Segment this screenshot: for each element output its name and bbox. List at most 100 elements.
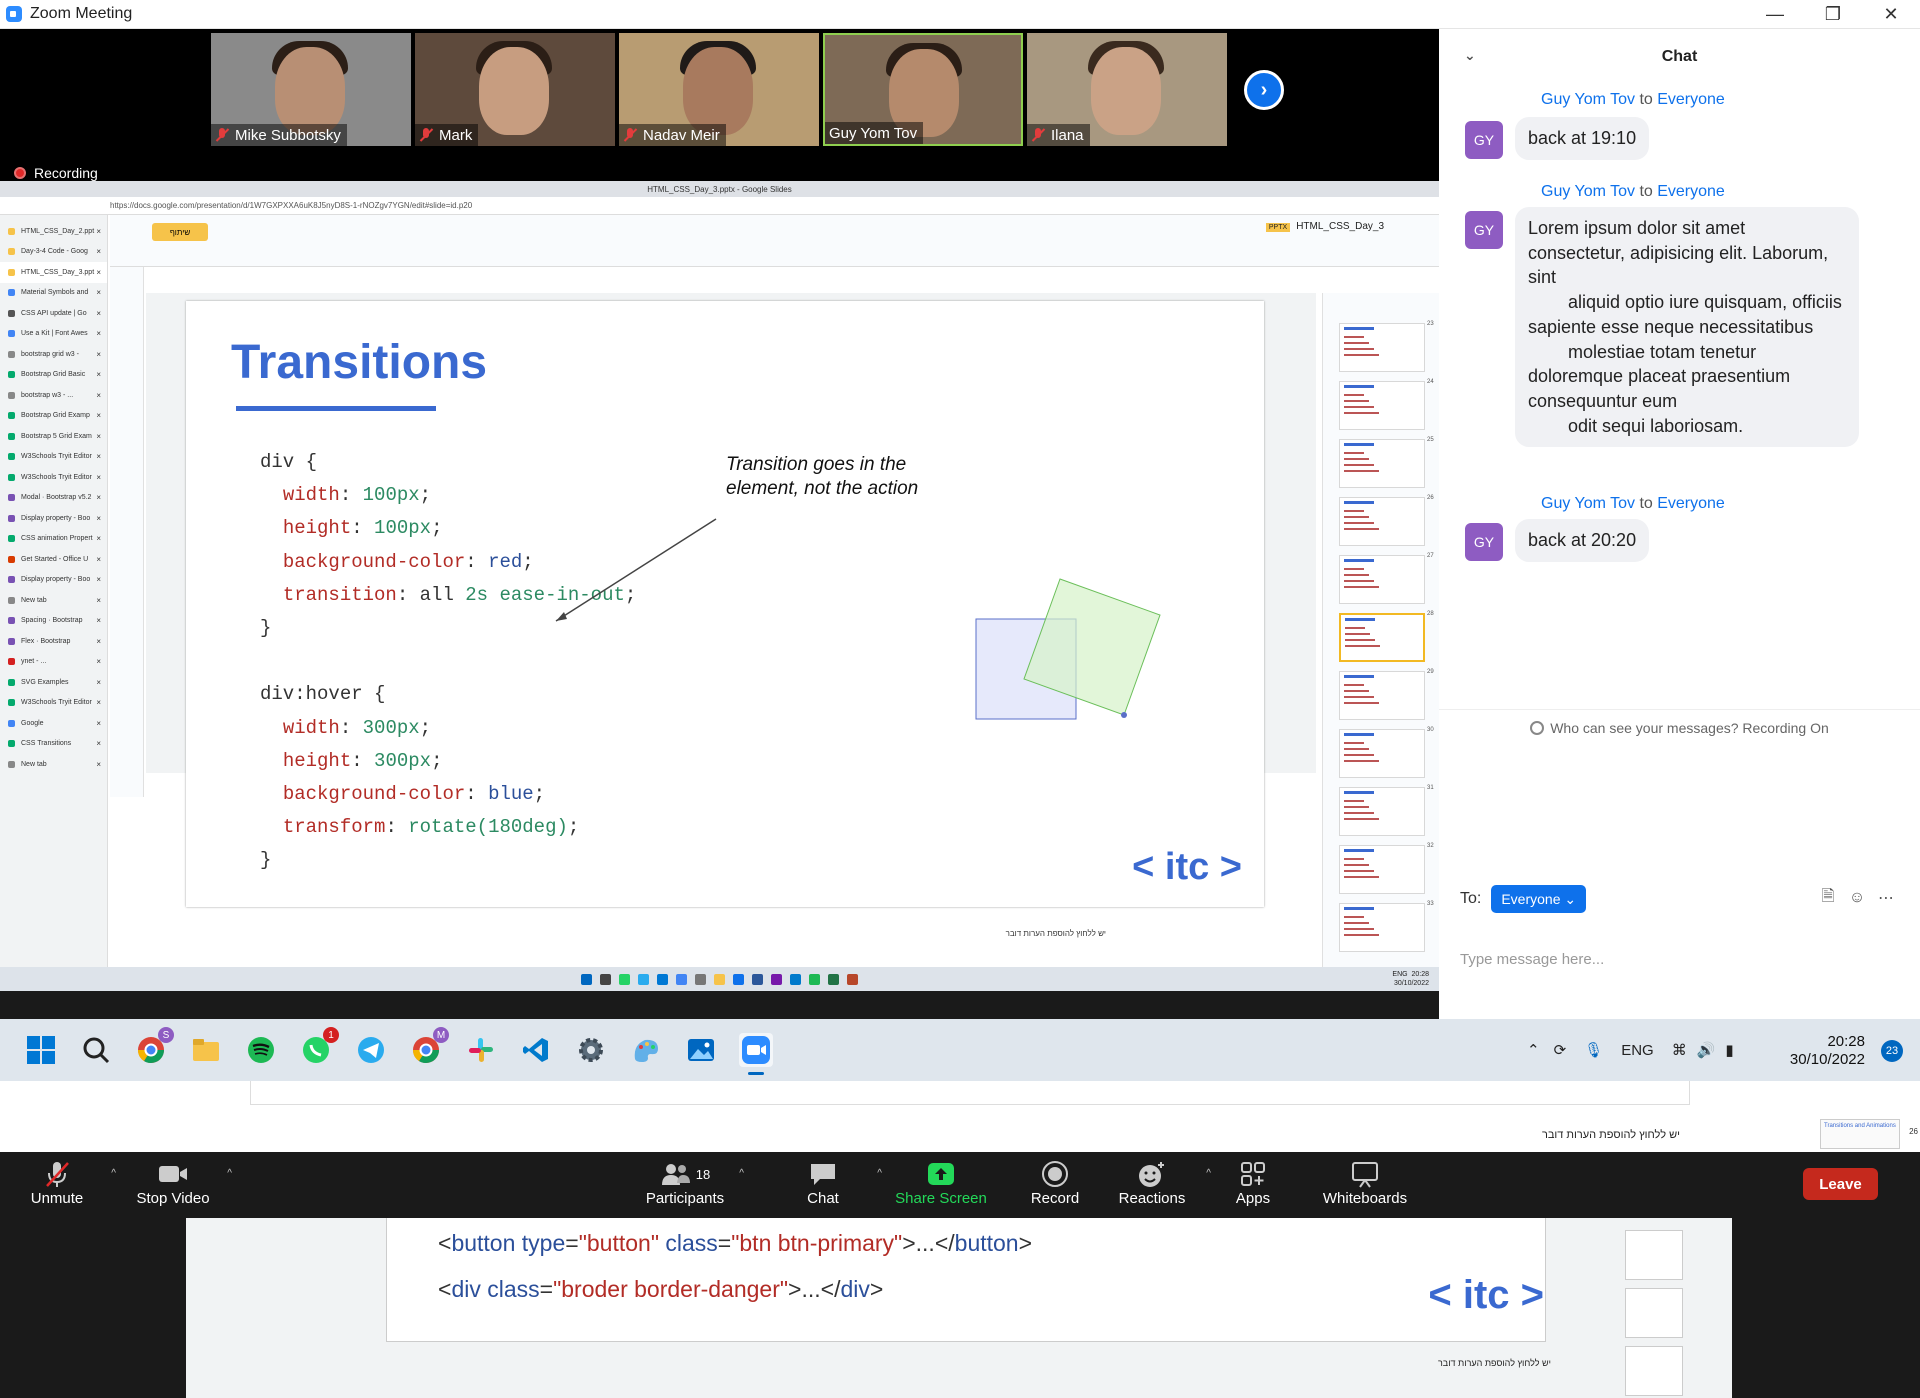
show-hidden-icons[interactable]: ⌃ bbox=[1527, 1041, 1540, 1059]
video-tile[interactable]: Ilana bbox=[1027, 33, 1227, 146]
close-tab-icon[interactable]: × bbox=[96, 350, 101, 359]
slide-thumbnail[interactable] bbox=[1339, 381, 1425, 430]
browser-tab[interactable]: Bootstrap 5 Grid Exam × bbox=[0, 426, 107, 447]
privacy-notice[interactable]: Who can see your messages? Recording On bbox=[1439, 709, 1920, 745]
browser-tab[interactable]: New tab × bbox=[0, 590, 107, 611]
close-tab-icon[interactable]: × bbox=[96, 555, 101, 564]
close-tab-icon[interactable]: × bbox=[96, 760, 101, 769]
photos-icon[interactable] bbox=[684, 1033, 718, 1067]
close-tab-icon[interactable]: × bbox=[96, 247, 101, 256]
close-tab-icon[interactable]: × bbox=[96, 698, 101, 707]
more-options-icon[interactable]: ⋯ bbox=[1873, 885, 1899, 911]
browser-tab[interactable]: CSS animation Propert × bbox=[0, 529, 107, 550]
leave-button[interactable]: Leave bbox=[1803, 1168, 1878, 1200]
sender-name[interactable]: Guy Yom Tov bbox=[1541, 91, 1635, 108]
video-tile-active-speaker[interactable]: Guy Yom Tov bbox=[823, 33, 1023, 146]
chrome-icon[interactable]: S bbox=[134, 1027, 174, 1067]
browser-tab[interactable]: Display property - Boo × bbox=[0, 570, 107, 591]
apps-button[interactable]: Apps bbox=[1198, 1158, 1308, 1214]
browser-tab[interactable]: W3Schools Tryit Editor × bbox=[0, 693, 107, 714]
close-tab-icon[interactable]: × bbox=[96, 575, 101, 584]
notification-badge[interactable]: 23 bbox=[1881, 1040, 1903, 1062]
slide-thumbnail[interactable] bbox=[1339, 555, 1425, 604]
close-tab-icon[interactable]: × bbox=[96, 268, 101, 277]
close-tab-icon[interactable]: × bbox=[96, 309, 101, 318]
slide-thumbnail[interactable] bbox=[1339, 903, 1425, 952]
browser-tab[interactable]: Use a Kit | Font Awes × bbox=[0, 324, 107, 345]
sender-name[interactable]: Guy Yom Tov bbox=[1541, 183, 1635, 200]
browser-tab[interactable]: SVG Examples × bbox=[0, 672, 107, 693]
browser-tab[interactable]: CSS API update | Go × bbox=[0, 303, 107, 324]
browser-tab[interactable]: Bootstrap Grid Examp × bbox=[0, 406, 107, 427]
whatsapp-icon[interactable]: 1 bbox=[299, 1027, 339, 1067]
browser-tab[interactable]: CSS Transitions × bbox=[0, 734, 107, 755]
battery-icon[interactable]: ▮ bbox=[1725, 1041, 1733, 1059]
close-button[interactable]: ✕ bbox=[1862, 0, 1920, 29]
participants-button[interactable]: 18 Participants ^ bbox=[630, 1158, 744, 1214]
sender-name[interactable]: Guy Yom Tov bbox=[1541, 495, 1635, 512]
browser-tab[interactable]: Day-3-4 Code - Goog × bbox=[0, 242, 107, 263]
audio-options-caret[interactable]: ^ bbox=[111, 1168, 116, 1179]
language-indicator[interactable]: ENG bbox=[1621, 1042, 1654, 1059]
close-tab-icon[interactable]: × bbox=[96, 473, 101, 482]
slide-thumbnail[interactable] bbox=[1339, 497, 1425, 546]
slide-thumbnail[interactable] bbox=[1339, 613, 1425, 662]
close-tab-icon[interactable]: × bbox=[96, 534, 101, 543]
start-icon[interactable] bbox=[24, 1033, 58, 1067]
unmute-button[interactable]: Unmute ^ bbox=[2, 1158, 116, 1214]
reactions-button[interactable]: Reactions ^ bbox=[1097, 1158, 1211, 1214]
close-tab-icon[interactable]: × bbox=[96, 657, 101, 666]
close-tab-icon[interactable]: × bbox=[96, 391, 101, 400]
message-input[interactable]: Type message here... bbox=[1460, 951, 1604, 968]
next-participants-button[interactable]: › bbox=[1244, 70, 1284, 110]
close-tab-icon[interactable]: × bbox=[96, 616, 101, 625]
slide-thumbnail[interactable] bbox=[1339, 439, 1425, 488]
microphone-icon[interactable]: 🎙 bbox=[1584, 1041, 1603, 1059]
browser-tab[interactable]: W3Schools Tryit Editor × bbox=[0, 447, 107, 468]
close-tab-icon[interactable]: × bbox=[96, 411, 101, 420]
video-tile[interactable]: Mike Subbotsky bbox=[211, 33, 411, 146]
browser-tab[interactable]: Get Started - Office U × bbox=[0, 549, 107, 570]
chrome-profile-icon[interactable]: M bbox=[409, 1027, 449, 1067]
restore-button[interactable]: ❐ bbox=[1804, 0, 1862, 29]
close-tab-icon[interactable]: × bbox=[96, 452, 101, 461]
close-tab-icon[interactable]: × bbox=[96, 739, 101, 748]
close-tab-icon[interactable]: × bbox=[96, 370, 101, 379]
close-tab-icon[interactable]: × bbox=[96, 678, 101, 687]
close-tab-icon[interactable]: × bbox=[96, 432, 101, 441]
slide-thumbnail[interactable] bbox=[1339, 787, 1425, 836]
whiteboards-button[interactable]: Whiteboards bbox=[1310, 1158, 1420, 1214]
file-explorer-icon[interactable] bbox=[189, 1033, 223, 1067]
chat-options-caret[interactable]: ^ bbox=[877, 1168, 882, 1179]
browser-tab[interactable]: Spacing · Bootstrap × bbox=[0, 611, 107, 632]
browser-tab[interactable]: Google × bbox=[0, 713, 107, 734]
telegram-icon[interactable] bbox=[354, 1033, 388, 1067]
browser-tab[interactable]: W3Schools Tryit Editor × bbox=[0, 467, 107, 488]
video-tile[interactable]: Nadav Meir bbox=[619, 33, 819, 146]
file-icon[interactable]: 🗎 bbox=[1815, 885, 1841, 911]
browser-tab[interactable]: HTML_CSS_Day_2.ppt × bbox=[0, 221, 107, 242]
stop-video-button[interactable]: Stop Video ^ bbox=[118, 1158, 232, 1214]
video-options-caret[interactable]: ^ bbox=[227, 1168, 232, 1179]
browser-tab[interactable]: Bootstrap Grid Basic × bbox=[0, 365, 107, 386]
browser-tab[interactable]: Modal · Bootstrap v5.2 × bbox=[0, 488, 107, 509]
close-tab-icon[interactable]: × bbox=[96, 596, 101, 605]
paint-icon[interactable] bbox=[629, 1033, 663, 1067]
browser-tab[interactable]: ynet - ... × bbox=[0, 652, 107, 673]
video-tile[interactable]: Mark bbox=[415, 33, 615, 146]
chevron-down-icon[interactable]: ⌄ bbox=[1464, 47, 1476, 64]
recipient-dropdown[interactable]: Everyone ⌄ bbox=[1491, 885, 1587, 913]
close-tab-icon[interactable]: × bbox=[96, 637, 101, 646]
browser-tab[interactable]: New tab × bbox=[0, 754, 107, 775]
share-screen-button[interactable]: Share Screen bbox=[886, 1158, 996, 1214]
spotify-icon[interactable] bbox=[244, 1033, 278, 1067]
record-button[interactable]: Record bbox=[1000, 1158, 1110, 1214]
clock[interactable]: 20:28 30/10/2022 bbox=[1790, 1033, 1865, 1069]
close-tab-icon[interactable]: × bbox=[96, 227, 101, 236]
close-tab-icon[interactable]: × bbox=[96, 514, 101, 523]
sync-icon[interactable]: ⟳ bbox=[1554, 1041, 1567, 1059]
close-tab-icon[interactable]: × bbox=[96, 719, 101, 728]
volume-icon[interactable]: 🔊 bbox=[1697, 1041, 1716, 1059]
browser-tab[interactable]: bootstrap grid w3 - × bbox=[0, 344, 107, 365]
slide-thumbnail[interactable] bbox=[1339, 323, 1425, 372]
